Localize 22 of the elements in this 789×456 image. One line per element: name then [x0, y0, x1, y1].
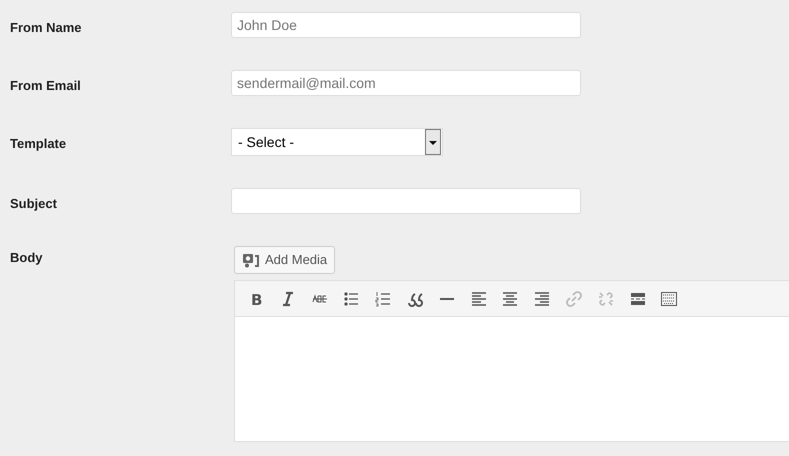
- field-label: From Email: [10, 77, 82, 95]
- quote-icon[interactable]: [406, 290, 423, 306]
- field-label: Body: [10, 249, 44, 267]
- bold-icon[interactable]: B: [248, 290, 264, 306]
- align-center-icon[interactable]: [502, 290, 518, 306]
- media-icon: [242, 252, 260, 268]
- text-field[interactable]: sendermail@mail.com: [231, 70, 581, 96]
- align-left-icon[interactable]: [470, 290, 487, 306]
- field-label: Template: [10, 135, 68, 153]
- add-media-button[interactable]: Add Media: [234, 246, 336, 274]
- field-label: From Name: [10, 19, 83, 37]
- bullet-list-icon[interactable]: [343, 290, 360, 306]
- read-more-icon[interactable]: [630, 290, 646, 306]
- keyboard-icon[interactable]: [661, 290, 678, 306]
- field-label: Subject: [10, 195, 58, 213]
- align-right-icon[interactable]: [534, 290, 550, 306]
- text-field[interactable]: [231, 188, 581, 214]
- dropdown-caret-icon[interactable]: [425, 129, 441, 155]
- numbered-list-icon[interactable]: [375, 290, 392, 306]
- text-field[interactable]: John Doe: [231, 12, 581, 38]
- template-select[interactable]: - Select -: [231, 128, 443, 156]
- select-value: - Select -: [237, 132, 294, 152]
